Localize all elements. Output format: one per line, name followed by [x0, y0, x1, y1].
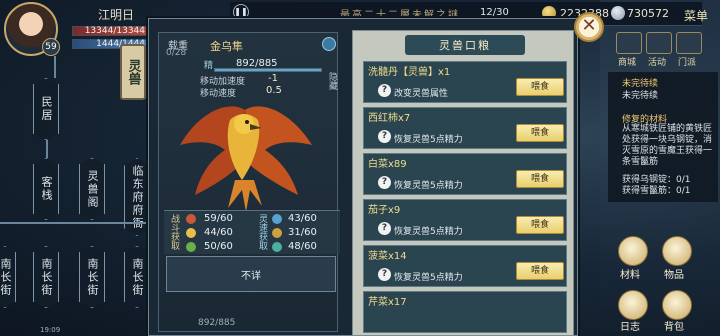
hide-toggle[interactable]: 隐藏	[326, 72, 339, 90]
spirit-beast-feed-panel: 灵兽口粮 洗髓丹【灵兽】x1 ? 改变灵兽属性 喂食 西红柿x7 ? 恢复灵兽5…	[352, 30, 574, 336]
feed-item: 芹菜x17	[363, 291, 567, 333]
stat-icon-6	[272, 242, 282, 252]
feed-item-name: 芹菜x17	[368, 297, 407, 308]
stat-icon-2	[186, 228, 196, 238]
feed-item: 白菜x89 ? 恢复灵兽5点精力 喂食	[363, 153, 567, 195]
map-node-nanchangjie-2[interactable]: 南长街	[33, 246, 59, 308]
bottom-vigor-value: 892/885	[198, 318, 236, 328]
activity-icon[interactable]	[646, 32, 672, 54]
quest-unfinished-desc: 未完待续	[622, 91, 659, 101]
silver-coin-icon	[611, 6, 625, 20]
question-icon[interactable]: ?	[378, 222, 391, 235]
activity-label: 活动	[648, 58, 667, 68]
hp-text: 13344/13344	[84, 26, 145, 36]
feed-item-name: 菠菜x14	[368, 251, 407, 262]
menu-button[interactable]: 菜单	[684, 7, 708, 24]
player-level-badge: 59	[42, 38, 60, 56]
map-node-lingshouge[interactable]: 灵兽阁	[79, 158, 105, 220]
quest-progress-2: 获得雪鬣筋：0/1	[622, 186, 691, 196]
question-icon[interactable]: ?	[378, 176, 391, 189]
stat-left-2: 44/60	[204, 227, 233, 238]
vigor-icon: 精	[204, 61, 214, 71]
stat-right-1: 43/60	[288, 213, 317, 224]
item-label: 物品	[664, 270, 684, 281]
stat-left-3: 50/60	[204, 241, 233, 252]
feed-item-name: 白菜x89	[368, 159, 407, 170]
stat-icon-3	[186, 242, 196, 252]
feed-item-name: 洗髓丹【灵兽】x1	[368, 67, 451, 78]
hp-bar: 13344/13344	[72, 26, 150, 36]
weight-value: 0/28	[166, 48, 187, 58]
sect-icon[interactable]	[676, 32, 702, 54]
feed-item-desc: 恢复灵兽5点精力	[394, 135, 463, 145]
feed-button[interactable]: 喂食	[516, 170, 564, 188]
material-icon[interactable]	[618, 236, 648, 266]
item-icon[interactable]	[662, 236, 692, 266]
tab-spirit-beast[interactable]: 灵兽	[120, 44, 146, 100]
feed-title-banner: 灵兽口粮	[405, 35, 525, 55]
feed-button[interactable]: 喂食	[516, 262, 564, 280]
feed-item: 洗髓丹【灵兽】x1 ? 改变灵兽属性 喂食	[363, 61, 567, 103]
shop-icon[interactable]	[616, 32, 642, 54]
beast-element-icon	[322, 37, 336, 51]
map-node-kezhan[interactable]: 客栈	[33, 158, 59, 220]
map-node-nanchangjie-4[interactable]: 南长街	[124, 246, 150, 308]
bag-label: 背包	[664, 322, 684, 333]
material-label: 材料	[620, 270, 640, 281]
stat-left-1: 59/60	[204, 213, 233, 224]
map-node-nanchangjie-1[interactable]: 南长街	[0, 246, 16, 308]
feed-item-desc: 恢复灵兽5点精力	[394, 273, 463, 283]
feed-item-name: 茄子x9	[368, 205, 401, 216]
feed-button[interactable]: 喂食	[516, 216, 564, 234]
status-time: 19:09	[40, 326, 61, 334]
feed-item-name: 西红柿x7	[368, 113, 411, 124]
stat-icon-1	[186, 214, 196, 224]
shop-label: 商城	[618, 58, 637, 68]
feed-item: 茄子x9 ? 恢复灵兽5点精力 喂食	[363, 199, 567, 241]
map-node-yamen[interactable]: 临东府府衙	[124, 158, 150, 236]
map-node-minju[interactable]: 民居	[33, 78, 59, 140]
feed-item-desc: 恢复灵兽5点精力	[394, 181, 463, 191]
golden-crow-falcon-illustration	[180, 106, 312, 212]
map-node-nanchangjie-3[interactable]: 南长街	[79, 246, 105, 308]
unknown-info-button[interactable]: 不详	[166, 256, 336, 292]
question-icon[interactable]: ?	[378, 130, 391, 143]
feed-item-desc: 改变灵兽属性	[394, 89, 449, 99]
battle-gain-label: 战斗获取	[169, 214, 179, 250]
quest-repair-desc: 从寒城铁匠铺的黄铁匠处获得一块乌钢锭，消灭雪原的雪魔王获得一条雪鬣筋	[622, 124, 713, 167]
journal-icon[interactable]	[618, 290, 648, 320]
sect-label: 门派	[678, 58, 697, 68]
question-icon[interactable]: ?	[378, 84, 391, 97]
feed-button[interactable]: 喂食	[516, 124, 564, 142]
vigor-bar	[214, 68, 322, 72]
feed-item-desc: 恢复灵兽5点精力	[394, 227, 463, 237]
stat-right-2: 31/60	[288, 227, 317, 238]
quest-panel: 未完待续 未完待续 修复的材料 从寒城铁匠铺的黄铁匠处获得一块乌钢锭，消灭雪原的…	[608, 72, 718, 202]
bag-icon[interactable]	[662, 290, 692, 320]
player-name: 江明日	[98, 8, 135, 22]
question-icon[interactable]: ?	[378, 268, 391, 281]
stat-right-3: 48/60	[288, 241, 317, 252]
journal-label: 日志	[620, 322, 640, 333]
stat-icon-4	[272, 214, 282, 224]
spirit-gain-label: 灵速获取	[257, 214, 267, 250]
feed-title: 灵兽口粮	[439, 39, 491, 52]
feed-item: 西红柿x7 ? 恢复灵兽5点精力 喂食	[363, 107, 567, 149]
silver-value: 730572	[627, 7, 669, 20]
feed-button[interactable]: 喂食	[516, 78, 564, 96]
stat-icon-5	[272, 228, 282, 238]
feed-item: 菠菜x14 ? 恢复灵兽5点精力 喂食	[363, 245, 567, 287]
top-count: 12/30	[480, 7, 509, 18]
close-button[interactable]: ✕	[574, 12, 604, 42]
move-add-value: -1	[268, 73, 278, 84]
beast-name: 金乌隼	[210, 40, 243, 53]
